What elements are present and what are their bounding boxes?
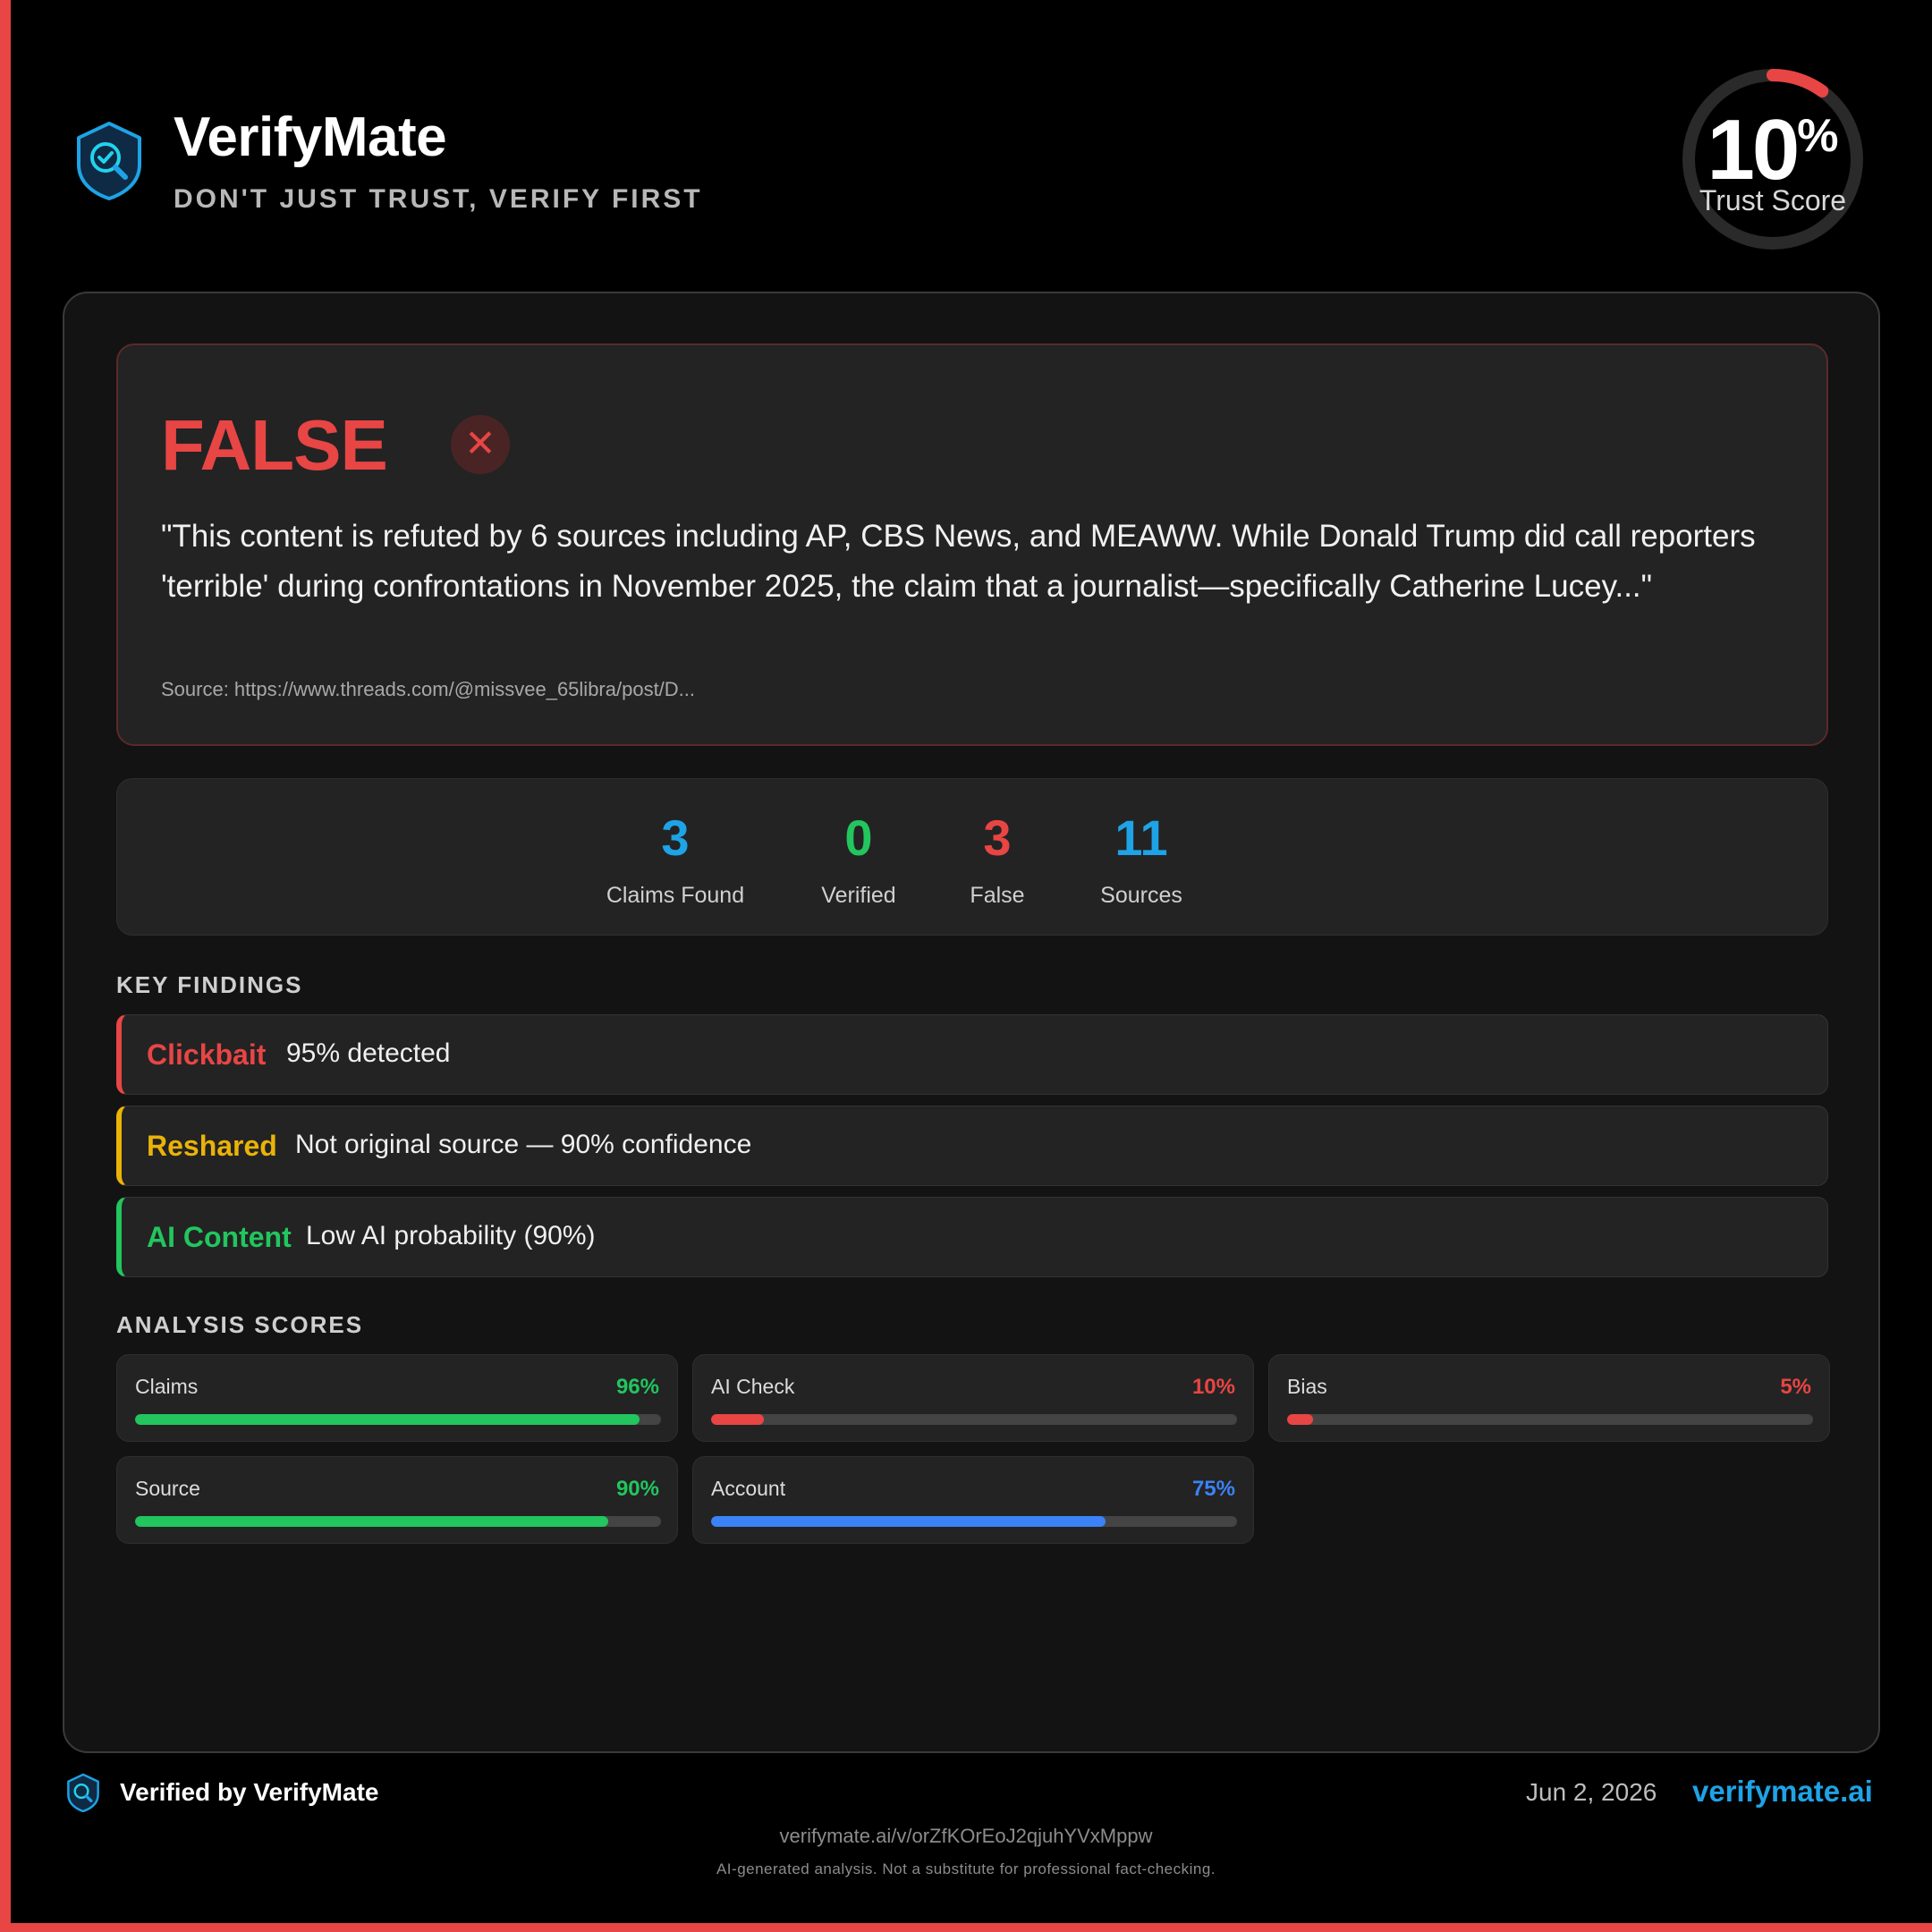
stat-value: 3 — [661, 809, 690, 866]
verdict-panel: FALSE ✕ "This content is refuted by 6 so… — [116, 343, 1828, 746]
score-label: Claims — [135, 1375, 199, 1398]
close-icon: ✕ — [451, 415, 510, 474]
stat-sources: 11 Sources — [1074, 813, 1208, 909]
brand-name: VerifyMate — [174, 106, 447, 168]
score-value: 5% — [1780, 1375, 1811, 1399]
footer-report-url[interactable]: verifymate.ai/v/orZfKOrEoJ2qjuhYVxMppw — [0, 1825, 1932, 1848]
score-bar-track — [1287, 1414, 1813, 1425]
score-label: AI Check — [711, 1375, 795, 1398]
finding-tag: AI Content — [147, 1221, 292, 1253]
score-value: 10% — [1191, 1375, 1235, 1399]
finding-ai-content: AI Content Low AI probability (90%) — [116, 1197, 1828, 1277]
stat-value: 3 — [983, 809, 1012, 866]
finding-tag: Reshared — [147, 1130, 277, 1162]
finding-clickbait: Clickbait 95% detected — [116, 1014, 1828, 1095]
trust-score-label: Trust Score — [1699, 184, 1847, 216]
shield-check-icon — [77, 122, 141, 200]
score-claims: Claims 96% — [116, 1354, 678, 1442]
score-bar-fill — [135, 1516, 609, 1527]
stat-false: 3 False — [944, 813, 1051, 909]
analysis-scores-heading: ANALYSIS SCORES — [116, 1311, 364, 1338]
stats-panel: 3 Claims Found 0 Verified 3 False 11 Sou… — [116, 778, 1828, 936]
score-label: Account — [711, 1477, 786, 1500]
stat-label: Sources — [1100, 883, 1182, 908]
trust-score-value: 10% — [1707, 102, 1839, 198]
stat-value: 0 — [844, 809, 873, 866]
footer-domain-link[interactable]: verifymate.ai — [1692, 1775, 1873, 1809]
finding-tag: Clickbait — [147, 1038, 267, 1071]
score-label: Bias — [1287, 1375, 1327, 1398]
stat-verified: 0 Verified — [792, 813, 926, 909]
score-bar-fill — [1287, 1414, 1314, 1425]
stat-label: False — [970, 883, 1025, 908]
score-bar-fill — [135, 1414, 640, 1425]
verdict-title: FALSE — [161, 405, 388, 485]
score-value: 96% — [615, 1375, 659, 1399]
score-bias: Bias 5% — [1268, 1354, 1830, 1442]
finding-reshared: Reshared Not original source — 90% confi… — [116, 1106, 1828, 1186]
finding-text: 95% detected — [286, 1038, 451, 1068]
footer-disclaimer: AI-generated analysis. Not a substitute … — [716, 1860, 1216, 1877]
footer-verified-by: Verified by VerifyMate — [120, 1778, 379, 1806]
trust-score-ring: 10% Trust Score — [1682, 68, 1864, 250]
finding-text: Not original source — 90% confidence — [295, 1130, 752, 1159]
score-bar-track — [135, 1414, 661, 1425]
left-accent-bar — [0, 0, 11, 1932]
stat-label: Claims Found — [606, 883, 745, 908]
shield-check-icon — [67, 1773, 99, 1812]
score-bar-track — [711, 1414, 1237, 1425]
score-account: Account 75% — [692, 1456, 1254, 1544]
score-bar-fill — [711, 1516, 1106, 1527]
score-value: 90% — [615, 1477, 659, 1501]
score-label: Source — [135, 1477, 200, 1500]
bottom-accent-bar — [0, 1923, 1932, 1932]
report-card: FALSE ✕ "This content is refuted by 6 so… — [63, 292, 1880, 1753]
score-bar-track — [135, 1516, 661, 1527]
key-findings-heading: KEY FINDINGS — [116, 971, 303, 998]
score-bar-track — [711, 1516, 1237, 1527]
header: VerifyMate DON'T JUST TRUST, VERIFY FIRS… — [0, 0, 1932, 286]
stat-value: 11 — [1114, 809, 1168, 866]
score-ai-check: AI Check 10% — [692, 1354, 1254, 1442]
score-value: 75% — [1191, 1477, 1235, 1501]
verdict-summary: "This content is refuted by 6 sources in… — [161, 519, 1756, 604]
verdict-source[interactable]: Source: https://www.threads.com/@missvee… — [161, 678, 695, 701]
stat-claims-found: 3 Claims Found — [595, 813, 756, 909]
finding-text: Low AI probability (90%) — [306, 1221, 596, 1250]
footer-date: Jun 2, 2026 — [1526, 1778, 1657, 1806]
brand-tagline: DON'T JUST TRUST, VERIFY FIRST — [174, 184, 703, 214]
score-bar-fill — [711, 1414, 764, 1425]
stat-label: Verified — [821, 883, 896, 908]
score-source: Source 90% — [116, 1456, 678, 1544]
